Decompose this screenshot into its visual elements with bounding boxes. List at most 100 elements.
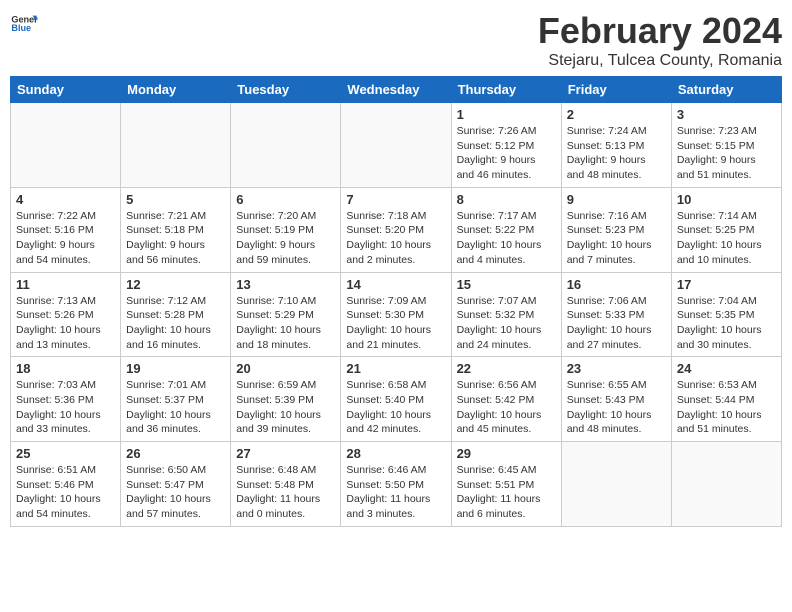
day-info: Sunrise: 7:24 AM Sunset: 5:13 PM Dayligh… [567, 124, 666, 183]
title-block: February 2024 Stejaru, Tulcea County, Ro… [538, 10, 782, 70]
day-number: 23 [567, 361, 666, 376]
day-info: Sunrise: 6:53 AM Sunset: 5:44 PM Dayligh… [677, 378, 776, 437]
day-info: Sunrise: 6:51 AM Sunset: 5:46 PM Dayligh… [16, 463, 115, 522]
table-row: 26Sunrise: 6:50 AM Sunset: 5:47 PM Dayli… [121, 442, 231, 527]
col-sunday: Sunday [11, 77, 121, 103]
calendar-table: Sunday Monday Tuesday Wednesday Thursday… [10, 76, 782, 527]
table-row [341, 103, 451, 188]
day-info: Sunrise: 7:18 AM Sunset: 5:20 PM Dayligh… [346, 209, 445, 268]
week-row-2: 4 Sunrise: 7:22 AM Sunset: 5:16 PM Daylig… [11, 187, 782, 272]
day-info: Sunrise: 7:13 AM Sunset: 5:26 PM Dayligh… [16, 294, 115, 353]
table-row: 12 Sunrise: 7:12 AM Sunset: 5:28 PM Dayli… [121, 272, 231, 357]
page-header: General Blue February 2024 Stejaru, Tulc… [10, 10, 782, 70]
table-row: 5 Sunrise: 7:21 AM Sunset: 5:18 PM Daylig… [121, 187, 231, 272]
table-row: 13 Sunrise: 7:10 AM Sunset: 5:29 PM Dayli… [231, 272, 341, 357]
day-number: 18 [16, 361, 115, 376]
day-number: 17 [677, 277, 776, 292]
week-row-4: 18 Sunrise: 7:03 AM Sunset: 5:36 PM Dayli… [11, 357, 782, 442]
week-row-5: 25 Sunrise: 6:51 AM Sunset: 5:46 PM Dayli… [11, 442, 782, 527]
col-tuesday: Tuesday [231, 77, 341, 103]
table-row: 11 Sunrise: 7:13 AM Sunset: 5:26 PM Dayli… [11, 272, 121, 357]
day-number: 13 [236, 277, 335, 292]
table-row: 28Sunrise: 6:46 AM Sunset: 5:50 PM Dayli… [341, 442, 451, 527]
col-wednesday: Wednesday [341, 77, 451, 103]
day-info: Sunrise: 7:22 AM Sunset: 5:16 PM Dayligh… [16, 209, 115, 268]
day-number: 25 [16, 446, 115, 461]
table-row: 20Sunrise: 6:59 AM Sunset: 5:39 PM Dayli… [231, 357, 341, 442]
col-friday: Friday [561, 77, 671, 103]
day-number: 2 [567, 107, 666, 122]
table-row: 19 Sunrise: 7:01 AM Sunset: 5:37 PM Dayli… [121, 357, 231, 442]
day-info: Sunrise: 7:26 AM Sunset: 5:12 PM Dayligh… [457, 124, 556, 183]
table-row: 15 Sunrise: 7:07 AM Sunset: 5:32 PM Dayli… [451, 272, 561, 357]
day-number: 27 [236, 446, 335, 461]
table-row: 6Sunrise: 7:20 AM Sunset: 5:19 PM Daylig… [231, 187, 341, 272]
day-number: 3 [677, 107, 776, 122]
day-info: Sunrise: 6:56 AM Sunset: 5:42 PM Dayligh… [457, 378, 556, 437]
day-info: Sunrise: 7:23 AM Sunset: 5:15 PM Dayligh… [677, 124, 776, 183]
day-info: Sunrise: 7:16 AM Sunset: 5:23 PM Dayligh… [567, 209, 666, 268]
day-info: Sunrise: 7:06 AM Sunset: 5:33 PM Dayligh… [567, 294, 666, 353]
table-row: 4 Sunrise: 7:22 AM Sunset: 5:16 PM Daylig… [11, 187, 121, 272]
col-monday: Monday [121, 77, 231, 103]
day-info: Sunrise: 7:21 AM Sunset: 5:18 PM Dayligh… [126, 209, 225, 268]
day-number: 29 [457, 446, 556, 461]
day-info: Sunrise: 6:48 AM Sunset: 5:48 PM Dayligh… [236, 463, 335, 522]
day-info: Sunrise: 6:50 AM Sunset: 5:47 PM Dayligh… [126, 463, 225, 522]
svg-text:Blue: Blue [11, 23, 31, 33]
table-row: 3 Sunrise: 7:23 AM Sunset: 5:15 PM Daylig… [671, 103, 781, 188]
day-info: Sunrise: 7:10 AM Sunset: 5:29 PM Dayligh… [236, 294, 335, 353]
day-number: 7 [346, 192, 445, 207]
table-row: 29 Sunrise: 6:45 AM Sunset: 5:51 PM Dayli… [451, 442, 561, 527]
month-title: February 2024 [538, 10, 782, 52]
week-row-1: 1 Sunrise: 7:26 AM Sunset: 5:12 PM Daylig… [11, 103, 782, 188]
day-info: Sunrise: 7:04 AM Sunset: 5:35 PM Dayligh… [677, 294, 776, 353]
day-number: 4 [16, 192, 115, 207]
day-info: Sunrise: 7:07 AM Sunset: 5:32 PM Dayligh… [457, 294, 556, 353]
table-row: 18 Sunrise: 7:03 AM Sunset: 5:36 PM Dayli… [11, 357, 121, 442]
col-thursday: Thursday [451, 77, 561, 103]
col-saturday: Saturday [671, 77, 781, 103]
day-info: Sunrise: 7:12 AM Sunset: 5:28 PM Dayligh… [126, 294, 225, 353]
day-info: Sunrise: 6:55 AM Sunset: 5:43 PM Dayligh… [567, 378, 666, 437]
day-info: Sunrise: 6:59 AM Sunset: 5:39 PM Dayligh… [236, 378, 335, 437]
day-number: 16 [567, 277, 666, 292]
day-number: 8 [457, 192, 556, 207]
day-number: 19 [126, 361, 225, 376]
table-row: 7 Sunrise: 7:18 AM Sunset: 5:20 PM Daylig… [341, 187, 451, 272]
logo-icon: General Blue [10, 10, 38, 38]
day-info: Sunrise: 6:58 AM Sunset: 5:40 PM Dayligh… [346, 378, 445, 437]
day-number: 15 [457, 277, 556, 292]
day-number: 12 [126, 277, 225, 292]
day-info: Sunrise: 7:09 AM Sunset: 5:30 PM Dayligh… [346, 294, 445, 353]
table-row: 27 Sunrise: 6:48 AM Sunset: 5:48 PM Dayli… [231, 442, 341, 527]
day-info: Sunrise: 6:46 AM Sunset: 5:50 PM Dayligh… [346, 463, 445, 522]
table-row: 16 Sunrise: 7:06 AM Sunset: 5:33 PM Dayli… [561, 272, 671, 357]
table-row [231, 103, 341, 188]
day-number: 22 [457, 361, 556, 376]
day-number: 5 [126, 192, 225, 207]
day-number: 9 [567, 192, 666, 207]
table-row: 2 Sunrise: 7:24 AM Sunset: 5:13 PM Daylig… [561, 103, 671, 188]
table-row: 1 Sunrise: 7:26 AM Sunset: 5:12 PM Daylig… [451, 103, 561, 188]
day-number: 21 [346, 361, 445, 376]
day-number: 6 [236, 192, 335, 207]
table-row [671, 442, 781, 527]
table-row: 24Sunrise: 6:53 AM Sunset: 5:44 PM Dayli… [671, 357, 781, 442]
table-row: 22 Sunrise: 6:56 AM Sunset: 5:42 PM Dayli… [451, 357, 561, 442]
table-row: 10Sunrise: 7:14 AM Sunset: 5:25 PM Dayli… [671, 187, 781, 272]
day-number: 11 [16, 277, 115, 292]
logo: General Blue [10, 10, 38, 38]
table-row [121, 103, 231, 188]
table-row [11, 103, 121, 188]
day-info: Sunrise: 7:17 AM Sunset: 5:22 PM Dayligh… [457, 209, 556, 268]
day-number: 1 [457, 107, 556, 122]
day-info: Sunrise: 6:45 AM Sunset: 5:51 PM Dayligh… [457, 463, 556, 522]
table-row: 21 Sunrise: 6:58 AM Sunset: 5:40 PM Dayli… [341, 357, 451, 442]
day-number: 14 [346, 277, 445, 292]
day-info: Sunrise: 7:14 AM Sunset: 5:25 PM Dayligh… [677, 209, 776, 268]
table-row: 17 Sunrise: 7:04 AM Sunset: 5:35 PM Dayli… [671, 272, 781, 357]
table-row: 8 Sunrise: 7:17 AM Sunset: 5:22 PM Daylig… [451, 187, 561, 272]
day-info: Sunrise: 7:01 AM Sunset: 5:37 PM Dayligh… [126, 378, 225, 437]
day-info: Sunrise: 7:03 AM Sunset: 5:36 PM Dayligh… [16, 378, 115, 437]
